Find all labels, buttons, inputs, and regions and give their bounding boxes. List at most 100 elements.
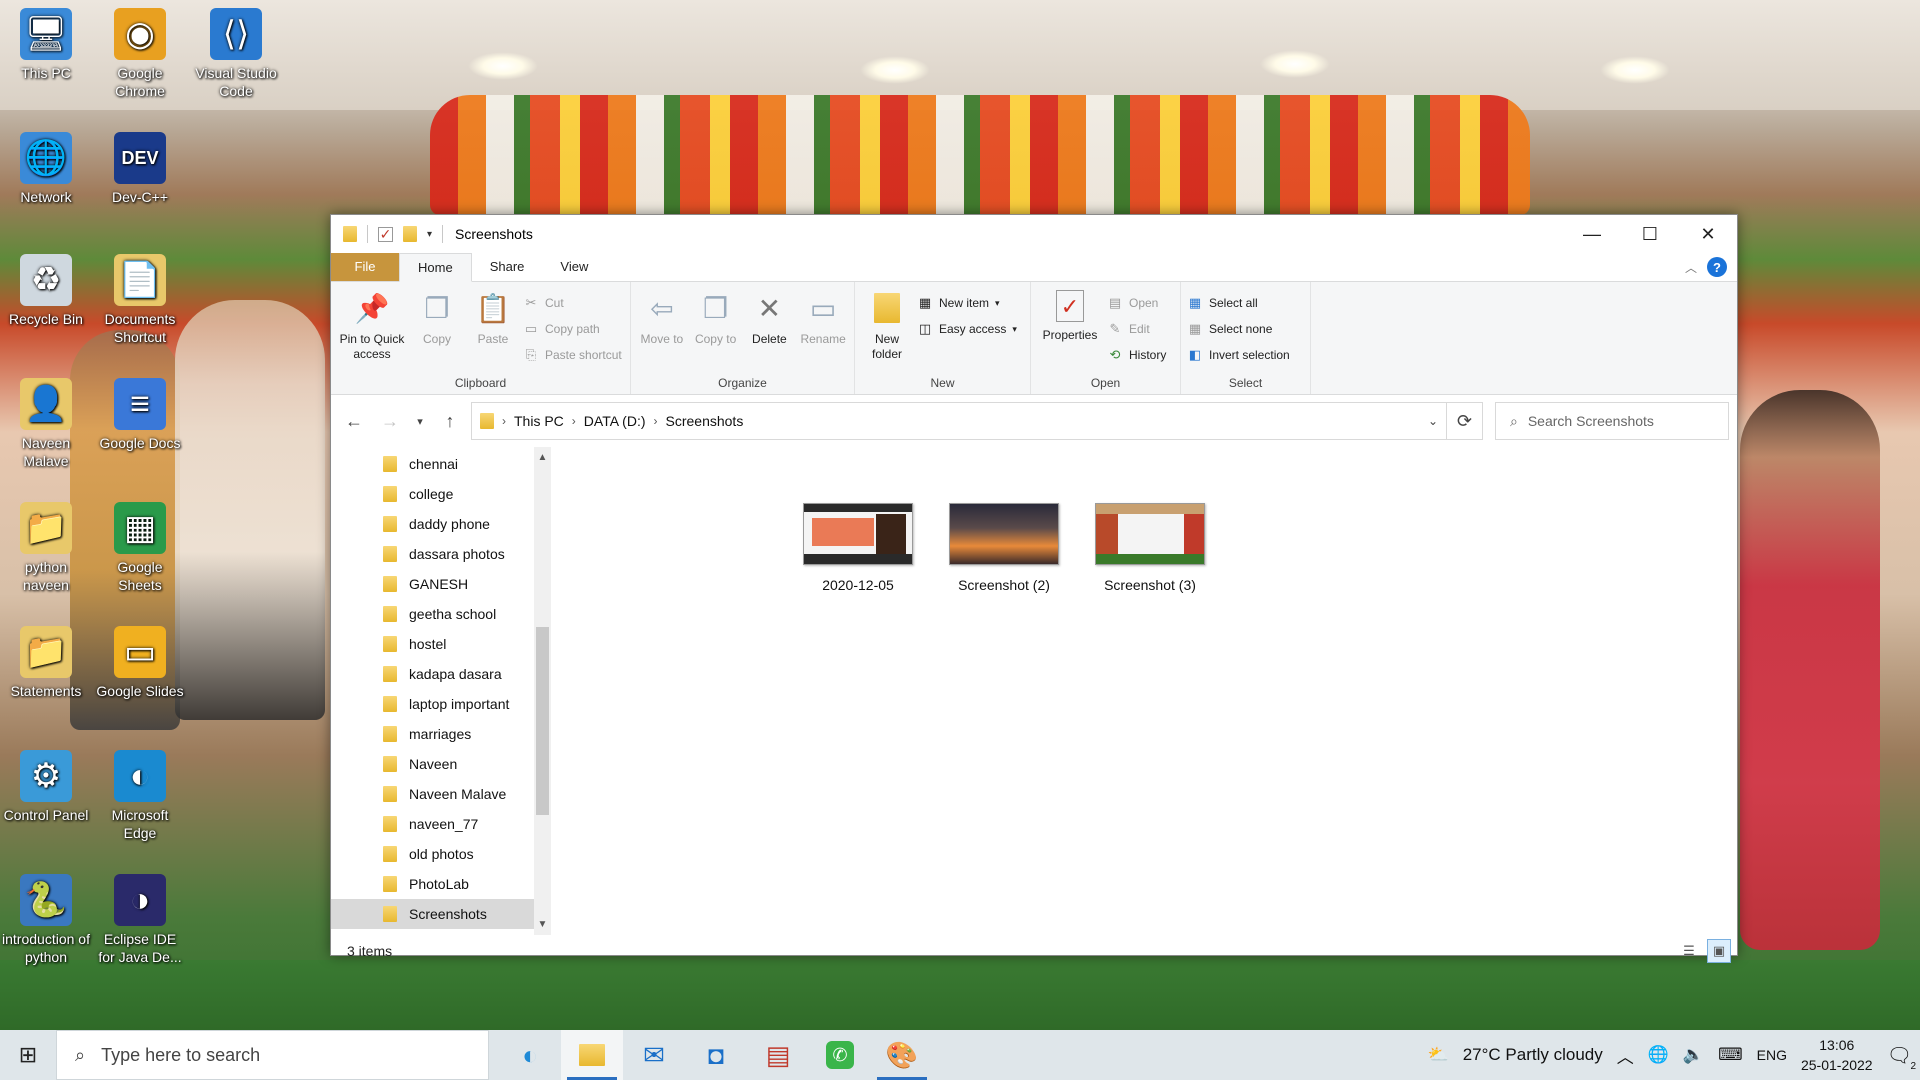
dell-taskbar-icon[interactable]: ◘ [685,1030,747,1080]
invert-selection-button[interactable]: ◧ Invert selection [1187,344,1290,366]
title-bar[interactable]: ✓ ▾ Screenshots — ☐ ✕ [331,215,1737,253]
collapse-ribbon-icon[interactable]: ︿ [1685,259,1697,276]
desktop-icon[interactable]: 🖥 This PC [2,8,90,82]
desktop-icon[interactable]: DEV Dev-C++ [96,132,184,206]
desktop-icon[interactable]: ⚙ Control Panel [2,750,90,824]
nav-folder-item[interactable]: laptop important [331,689,551,719]
desktop-icon[interactable]: 🐍 introduction of python [2,874,90,966]
pin-to-quick-access-button[interactable]: 📌 Pin to Quick access [337,286,407,374]
clock[interactable]: 13:06 25-01-2022 [1801,1035,1873,1075]
nav-folder-item[interactable]: geetha school [331,599,551,629]
weather-icon[interactable]: ⛅ [1428,1045,1449,1065]
desktop-icon[interactable]: 👤 Naveen Malave [2,378,90,470]
copy-path-button[interactable]: ▭ Copy path [523,318,622,340]
new-folder-button[interactable]: New folder [861,286,913,374]
navigation-pane[interactable]: chennai college daddy phone dassara photos G… [331,447,551,935]
desktop-icon[interactable]: ◑ Eclipse IDE for Java De... [96,874,184,966]
tab-home[interactable]: Home [399,253,472,282]
nav-folder-item[interactable]: naveen_77 [331,809,551,839]
nav-folder-item[interactable]: Naveen [331,749,551,779]
copy-to-button[interactable]: ❐ Copy to [691,286,741,374]
file-item[interactable]: 2020-12-05 [803,503,913,593]
show-hidden-icons-icon[interactable]: ︿ [1617,1043,1634,1068]
close-button[interactable]: ✕ [1679,215,1737,253]
refresh-button[interactable]: ⟳ [1447,402,1483,440]
tab-share[interactable]: Share [472,253,543,281]
paint-taskbar-icon[interactable]: 🎨 [871,1030,933,1080]
scroll-down-icon[interactable]: ▼ [534,916,551,933]
tab-view[interactable]: View [542,253,606,281]
properties-quick-icon[interactable]: ✓ [378,226,393,242]
new-folder-quick-icon[interactable] [403,226,417,242]
mail-taskbar-icon[interactable]: ✉ [623,1030,685,1080]
nav-folder-item[interactable]: daddy phone [331,509,551,539]
open-button[interactable]: ▤ Open [1107,292,1166,314]
delete-button[interactable]: ✕ Delete [745,286,795,374]
forward-button[interactable]: → [375,406,405,436]
nav-folder-item[interactable]: hostel [331,629,551,659]
nav-folder-item[interactable]: Screenshots [331,899,551,929]
desktop-icon[interactable]: 🌐 Network [2,132,90,206]
new-item-button[interactable]: ▦ New item ▾ [917,292,1017,314]
desktop-icon[interactable]: 📁 Statements [2,626,90,700]
file-item[interactable]: Screenshot (2) [949,503,1059,593]
start-button[interactable]: ⊞ [0,1030,56,1080]
cut-button[interactable]: ✂ Cut [523,292,622,314]
desktop-icon[interactable]: ◐ Microsoft Edge [96,750,184,842]
desktop-icon[interactable]: ▭ Google Slides [96,626,184,700]
details-view-icon[interactable]: ☰ [1677,939,1701,963]
nav-folder-item[interactable]: kadapa dasara [331,659,551,689]
paste-shortcut-button[interactable]: ⎘ Paste shortcut [523,344,622,366]
rename-button[interactable]: ▭ Rename [798,286,848,374]
edit-button[interactable]: ✎ Edit [1107,318,1166,340]
desktop-icon[interactable]: ≡ Google Docs [96,378,184,452]
network-globe-icon[interactable]: 🌐 [1648,1045,1669,1065]
select-none-button[interactable]: ▦ Select none [1187,318,1290,340]
address-bar[interactable]: › This PC › DATA (D:) › Screenshots ⌄ [471,402,1447,440]
file-item[interactable]: Screenshot (3) [1095,503,1205,593]
copy-button[interactable]: ❐ Copy [411,286,463,374]
desktop-icon[interactable]: 📄 Documents Shortcut [96,254,184,346]
language-indicator[interactable]: ENG [1757,1047,1787,1063]
taskbar-search-box[interactable]: ⌕ Type here to search [56,1030,489,1080]
desktop-icon[interactable]: ♻ Recycle Bin [2,254,90,328]
recent-locations-button[interactable]: ▾ [411,406,429,436]
search-input[interactable]: ⌕ Search Screenshots [1495,402,1729,440]
nav-scrollbar[interactable]: ▲ ▼ [534,447,551,935]
breadcrumb-this-pc[interactable]: This PC [514,413,564,429]
paste-button[interactable]: 📋 Paste [467,286,519,374]
desktop-icon[interactable]: ⟨⟩ Visual Studio Code [192,8,280,100]
whatsapp-taskbar-icon[interactable]: ✆ [809,1030,871,1080]
tab-file[interactable]: File [331,253,399,281]
nav-folder-item[interactable]: old photos [331,839,551,869]
chevron-down-icon[interactable]: ⌄ [1428,414,1438,428]
scrollbar-thumb[interactable] [536,627,549,815]
nav-folder-item[interactable]: Naveen Malave [331,779,551,809]
up-button[interactable]: ↑ [435,406,465,436]
nav-folder-item[interactable]: chennai [331,449,551,479]
properties-button[interactable]: ✓ Properties [1037,286,1103,374]
move-to-button[interactable]: ⇦ Move to [637,286,687,374]
back-button[interactable]: ← [339,406,369,436]
nav-folder-item[interactable]: marriages [331,719,551,749]
minimize-button[interactable]: — [1563,215,1621,253]
file-explorer-taskbar-icon[interactable] [561,1030,623,1080]
desktop-icon[interactable]: ◉ Google Chrome [96,8,184,100]
easy-access-button[interactable]: ◫ Easy access ▾ [917,318,1017,340]
keyboard-icon[interactable]: ⌨ [1718,1045,1743,1065]
desktop-icon[interactable]: ▦ Google Sheets [96,502,184,594]
breadcrumb-data-drive[interactable]: DATA (D:) [584,413,646,429]
nav-folder-item[interactable]: PhotoLab [331,869,551,899]
help-icon[interactable]: ? [1707,257,1727,277]
nav-folder-item[interactable]: dassara photos [331,539,551,569]
scroll-up-icon[interactable]: ▲ [534,449,551,466]
file-list-pane[interactable]: 2020-12-05 Screenshot (2) Screenshot (3) [551,447,1737,935]
customize-qat-icon[interactable]: ▾ [427,229,432,240]
breadcrumb-screenshots[interactable]: Screenshots [666,413,744,429]
history-button[interactable]: ⟲ History [1107,344,1167,366]
nav-folder-item[interactable]: college [331,479,551,509]
app-taskbar-icon[interactable]: ▤ [747,1030,809,1080]
notification-center-icon[interactable]: 🗨 2 [1887,1043,1916,1072]
maximize-button[interactable]: ☐ [1621,215,1679,253]
large-icons-view-icon[interactable]: ▣ [1707,939,1731,963]
